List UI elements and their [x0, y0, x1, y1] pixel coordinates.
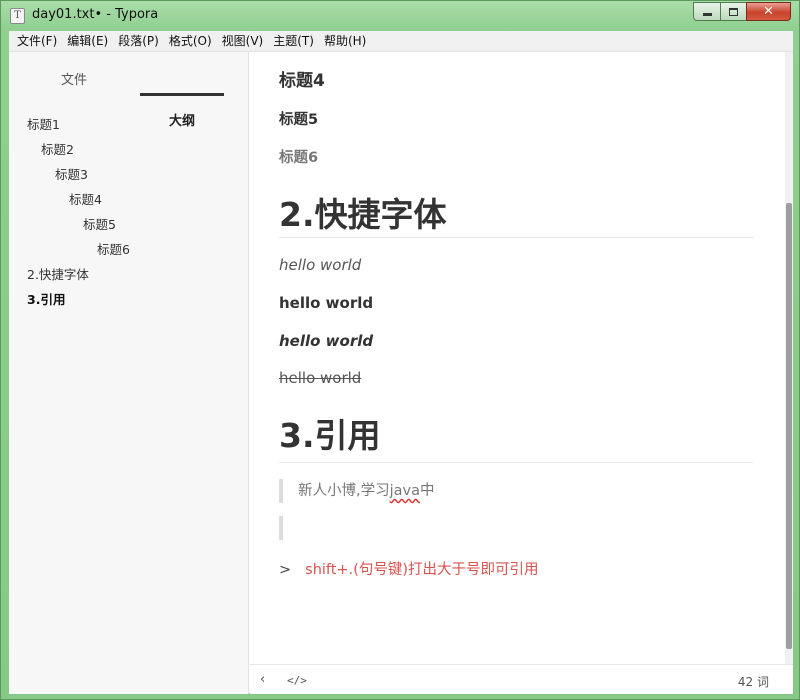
blockquote: 新人小博,学习java中 [279, 479, 749, 503]
outline-item-quick-fonts[interactable]: 2.快捷字体 [27, 264, 89, 283]
toggle-sidebar-icon[interactable]: ‹ [260, 672, 265, 687]
editor-pane[interactable]: 标题4 标题5 标题6 2.快捷字体 hello world hello wor… [250, 52, 793, 664]
source-code-mode-icon[interactable]: </> [287, 674, 307, 687]
menu-edit[interactable]: 编辑(E) [62, 31, 113, 51]
heading-divider [279, 462, 754, 463]
strikethrough-paragraph: hello world [279, 369, 362, 387]
bold-italic-paragraph: hello world [279, 332, 374, 350]
gt-marker: > [279, 562, 292, 578]
word-count[interactable]: 42 词 [738, 673, 769, 690]
client-area: 文件 大纲 标题1 标题2 标题3 标题4 标题5 标题6 2.快捷字体 3.引… [9, 51, 793, 694]
misspelled-word[interactable]: java [390, 483, 420, 499]
outline-item-heading4[interactable]: 标题4 [69, 189, 102, 208]
outline-item-heading2[interactable]: 标题2 [41, 139, 74, 158]
bold-paragraph: hello world [279, 294, 374, 312]
heading-divider [279, 237, 754, 238]
active-tab-indicator [140, 93, 224, 96]
section-heading-quick-fonts: 2.快捷字体 [279, 195, 447, 234]
tab-files[interactable]: 文件 [61, 69, 87, 88]
app-window: T day01.txt• - Typora ✕ 文件(F) 编辑(E) 段落(P… [0, 0, 800, 700]
quote-text-end: 中 [420, 483, 435, 499]
quote-hint-line: > shift+.(句号键)打出大于号即可引用 [279, 558, 539, 579]
status-bar: ‹ </> 42 词 [250, 664, 793, 694]
heading-4: 标题4 [279, 71, 325, 91]
outline-item-heading3[interactable]: 标题3 [55, 164, 88, 183]
outline-item-heading5[interactable]: 标题5 [83, 214, 116, 233]
minimize-button[interactable] [693, 2, 720, 21]
menu-paragraph[interactable]: 段落(P) [113, 31, 164, 51]
typora-app-icon: T [10, 8, 25, 24]
heading-6: 标题6 [279, 150, 319, 166]
title-bar[interactable]: T day01.txt• - Typora ✕ [1, 1, 799, 31]
heading-5: 标题5 [279, 112, 319, 128]
outline-item-quote[interactable]: 3.引用 [27, 289, 65, 308]
outline-item-heading6[interactable]: 标题6 [97, 239, 130, 258]
quote-text: 新人小博,学习 [298, 483, 390, 499]
sidebar: 文件 大纲 标题1 标题2 标题3 标题4 标题5 标题6 2.快捷字体 3.引… [9, 52, 249, 694]
quote-hint-text: shift+.(句号键)打出大于号即可引用 [305, 562, 539, 578]
italic-paragraph: hello world [279, 256, 362, 274]
menu-format[interactable]: 格式(O) [164, 31, 217, 51]
window-controls: ✕ [693, 2, 791, 21]
maximize-icon [729, 7, 738, 16]
scrollbar-thumb[interactable] [786, 203, 792, 649]
menu-theme[interactable]: 主题(T) [268, 31, 319, 51]
sidebar-tabs: 文件 大纲 [9, 52, 249, 129]
close-icon: ✕ [763, 4, 774, 19]
window-title: day01.txt• - Typora [32, 7, 159, 22]
editor-scrollbar[interactable] [785, 52, 793, 664]
close-button[interactable]: ✕ [746, 2, 791, 21]
section-heading-quote: 3.引用 [279, 416, 381, 455]
empty-blockquote-line[interactable] [279, 516, 749, 540]
menu-bar: 文件(F) 编辑(E) 段落(P) 格式(O) 视图(V) 主题(T) 帮助(H… [9, 31, 793, 51]
menu-help[interactable]: 帮助(H) [319, 31, 371, 51]
outline-item-heading1[interactable]: 标题1 [27, 114, 60, 133]
minimize-icon [702, 13, 712, 16]
maximize-button[interactable] [720, 2, 746, 21]
menu-view[interactable]: 视图(V) [217, 31, 269, 51]
menu-file[interactable]: 文件(F) [12, 31, 62, 51]
